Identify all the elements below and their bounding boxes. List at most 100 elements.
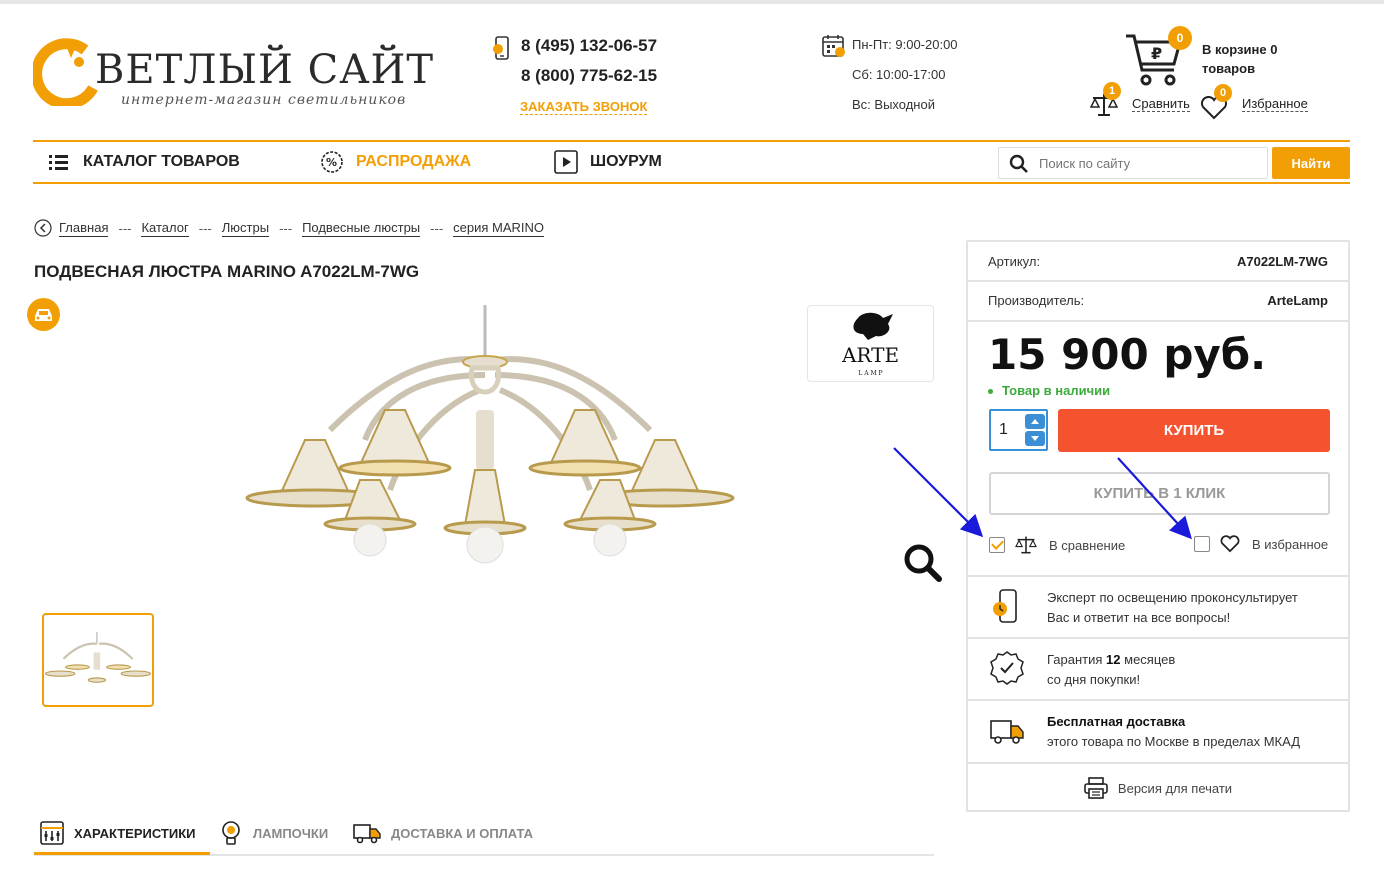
product-thumbnail[interactable] — [42, 613, 154, 707]
print-version-label: Версия для печати — [1117, 780, 1233, 796]
warranty-info: Гарантия 12 месяцев со дня покупки! — [968, 637, 1348, 699]
brand-logo-text: ARTE — [841, 343, 899, 367]
product-image[interactable] — [240, 300, 740, 570]
brand-logo[interactable]: ARTE L A M P — [807, 305, 934, 382]
favorites-count-badge: 0 — [1214, 84, 1232, 102]
stock-status: Товар в наличии — [988, 383, 1110, 398]
compare-checkbox[interactable] — [989, 537, 1005, 553]
add-to-favorites-option[interactable]: В избранное — [1194, 535, 1328, 553]
nav-showroom[interactable]: ШОУРУМ — [554, 150, 662, 174]
logo-subtitle: интернет-магазин светильников — [121, 92, 407, 108]
breadcrumb-pendant[interactable]: Подвесные люстры — [302, 220, 421, 237]
active-tab-indicator — [34, 852, 210, 855]
search-input[interactable] — [1039, 152, 1259, 174]
phone-russia[interactable]: 8 (800) 775-62-15 — [521, 66, 657, 86]
favorites-checkbox[interactable] — [1194, 536, 1210, 552]
breadcrumb-separator: --- — [430, 220, 444, 236]
logo-c-icon — [33, 38, 98, 106]
breadcrumb: Главная --- Каталог --- Люстры --- Подве… — [34, 219, 545, 237]
favorites-link[interactable]: Избранное — [1242, 96, 1308, 112]
truck-icon — [990, 720, 1024, 744]
maker-value: ArteLamp — [1267, 293, 1328, 308]
breadcrumb-series[interactable]: серия MARINO — [453, 220, 545, 237]
buy-button[interactable]: КУПИТЬ — [1058, 409, 1330, 452]
tab-delivery-payment[interactable]: ДОСТАВКА И ОПЛАТА — [353, 820, 533, 846]
callback-link[interactable]: ЗАКАЗАТЬ ЗВОНОК — [520, 99, 648, 115]
logo-title: ВЕТЛЫЙ САЙТ — [95, 47, 435, 93]
breadcrumb-catalog[interactable]: Каталог — [141, 220, 189, 237]
quantity-input[interactable] — [999, 419, 1023, 441]
delivery-line-2: этого товара по Москве в пределах МКАД — [1047, 734, 1301, 749]
breadcrumb-home[interactable]: Главная — [59, 220, 109, 237]
maker-row: Производитель: ArteLamp — [968, 282, 1348, 322]
truck-icon — [353, 824, 381, 844]
top-border — [0, 0, 1384, 4]
maker-label: Производитель: — [988, 293, 1085, 308]
warranty-line-2: со дня покупки! — [1047, 672, 1141, 687]
breadcrumb-separator: --- — [198, 220, 212, 236]
cart-summary[interactable]: В корзине 0 товаров — [1202, 40, 1312, 78]
site-logo[interactable]: ВЕТЛЫЙ САЙТ интернет-магазин светильнико… — [33, 34, 433, 114]
quantity-increase-button[interactable] — [1025, 414, 1045, 429]
page-title: ПОДВЕСНАЯ ЛЮСТРА MARINO A7022LM-7WG — [34, 262, 420, 281]
main-navbar: КАТАЛОГ ТОВАРОВ % РАСПРОДАЖА ШОУРУМ Найт… — [33, 140, 1350, 184]
expert-line-1: Эксперт по освещению проконсультирует — [1047, 590, 1298, 605]
smartphone-clock-icon — [993, 589, 1017, 623]
breadcrumb-chandeliers[interactable]: Люстры — [221, 220, 270, 237]
calendar-icon — [822, 35, 845, 57]
nav-sale[interactable]: % РАСПРОДАЖА — [320, 150, 471, 174]
list-icon — [49, 155, 68, 170]
zoom-icon[interactable] — [903, 543, 943, 583]
sku-row: Артикул: A7022LM-7WG — [968, 242, 1348, 282]
search-button[interactable]: Найти — [1272, 147, 1350, 179]
thumbnail-image — [44, 631, 152, 683]
heart-icon — [1220, 535, 1240, 553]
warranty-line-1: Гарантия 12 месяцев — [1047, 652, 1176, 667]
hours-saturday: Сб: 10:00-17:00 — [852, 67, 946, 82]
favorites-option-label: В избранное — [1252, 536, 1329, 552]
quantity-stepper — [989, 409, 1048, 451]
product-tabs: ХАРАКТЕРИСТИКИ ЛАМПОЧКИ ДОСТАВКА И ОПЛАТ… — [34, 812, 934, 856]
printer-icon — [1084, 777, 1108, 799]
compare-link[interactable]: Сравнить — [1132, 96, 1190, 112]
search-icon — [1009, 154, 1028, 173]
buy-one-click-button[interactable]: КУПИТЬ В 1 КЛИК — [989, 472, 1330, 515]
warranty-months: 12 — [1106, 652, 1121, 667]
brand-logo-sub: L A M P — [858, 370, 882, 377]
product-price: 15 900 руб. — [988, 330, 1267, 379]
scales-icon — [1015, 536, 1037, 554]
back-arrow-icon[interactable] — [34, 219, 52, 237]
search-box — [998, 147, 1268, 179]
discount-icon: % — [321, 151, 343, 173]
print-version-link[interactable]: Версия для печати — [968, 762, 1348, 812]
add-to-compare-option[interactable]: В сравнение — [989, 535, 1125, 555]
arte-lamp-logo: ARTE L A M P — [841, 312, 899, 377]
tab-bulbs[interactable]: ЛАМПОЧКИ — [219, 820, 328, 846]
hours-weekdays: Пн-Пт: 9:00-20:00 — [852, 37, 958, 52]
product-purchase-panel: Артикул: A7022LM-7WG Производитель: Arte… — [966, 240, 1350, 812]
tab-characteristics-label: ХАРАКТЕРИСТИКИ — [74, 825, 196, 841]
phone-icon — [493, 36, 509, 60]
settings-sliders-icon — [40, 821, 64, 845]
hours-sunday: Вс: Выходной — [852, 97, 935, 112]
breadcrumb-separator: --- — [118, 220, 132, 236]
cart-count-badge: 0 — [1168, 26, 1192, 50]
svg-text:%: % — [326, 156, 337, 169]
delivery-info: Бесплатная доставка этого товара по Моск… — [968, 699, 1348, 762]
svg-text:₽: ₽ — [1151, 44, 1162, 63]
car-badge — [27, 298, 60, 331]
sku-label: Артикул: — [988, 254, 1041, 269]
phone-moscow[interactable]: 8 (495) 132-06-57 — [521, 36, 657, 56]
check-badge-icon — [990, 651, 1024, 685]
tab-delivery-payment-label: ДОСТАВКА И ОПЛАТА — [391, 825, 534, 841]
quantity-decrease-button[interactable] — [1025, 431, 1045, 446]
compare-count-badge: 1 — [1103, 82, 1121, 100]
nav-catalog[interactable]: КАТАЛОГ ТОВАРОВ — [47, 150, 240, 174]
car-icon — [35, 309, 52, 321]
nav-sale-label: РАСПРОДАЖА — [356, 153, 472, 170]
tab-characteristics[interactable]: ХАРАКТЕРИСТИКИ — [40, 820, 196, 846]
sku-value: A7022LM-7WG — [1236, 254, 1328, 269]
bulb-icon — [222, 821, 240, 845]
compare-option-label: В сравнение — [1049, 537, 1126, 553]
nav-catalog-label: КАТАЛОГ ТОВАРОВ — [83, 153, 240, 170]
